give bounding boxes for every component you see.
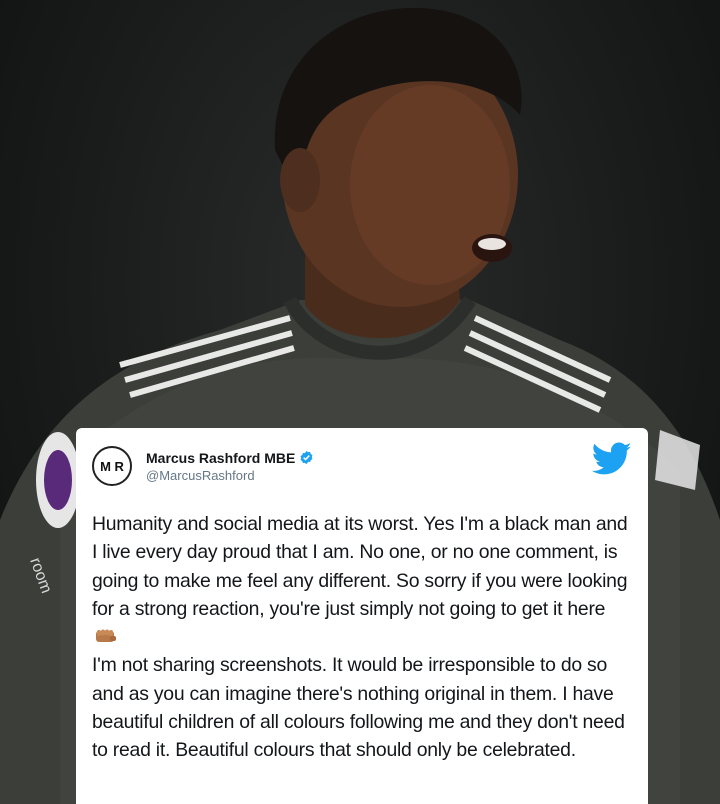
- tweet-card: M R Marcus Rashford MBE @MarcusRashford …: [76, 428, 648, 804]
- verified-badge-icon: [300, 450, 313, 465]
- tweet-paragraph-1: Humanity and social media at its worst. …: [92, 510, 630, 651]
- raised-fist-emoji-icon: [96, 629, 116, 643]
- avatar[interactable]: M R: [92, 446, 132, 486]
- tweet-text: Humanity and social media at its worst. …: [92, 510, 630, 765]
- display-name[interactable]: Marcus Rashford MBE: [146, 450, 295, 466]
- twitter-bird-icon: [592, 442, 632, 475]
- name-row: Marcus Rashford MBE: [146, 450, 314, 466]
- tweet-paragraph-1-text: Humanity and social media at its worst. …: [92, 513, 628, 620]
- author-info: Marcus Rashford MBE @MarcusRashford: [146, 450, 314, 483]
- tweet-paragraph-2: I'm not sharing screenshots. It would be…: [92, 654, 625, 762]
- tweet-header: M R Marcus Rashford MBE @MarcusRashford: [92, 444, 630, 488]
- user-handle[interactable]: @MarcusRashford: [146, 468, 314, 483]
